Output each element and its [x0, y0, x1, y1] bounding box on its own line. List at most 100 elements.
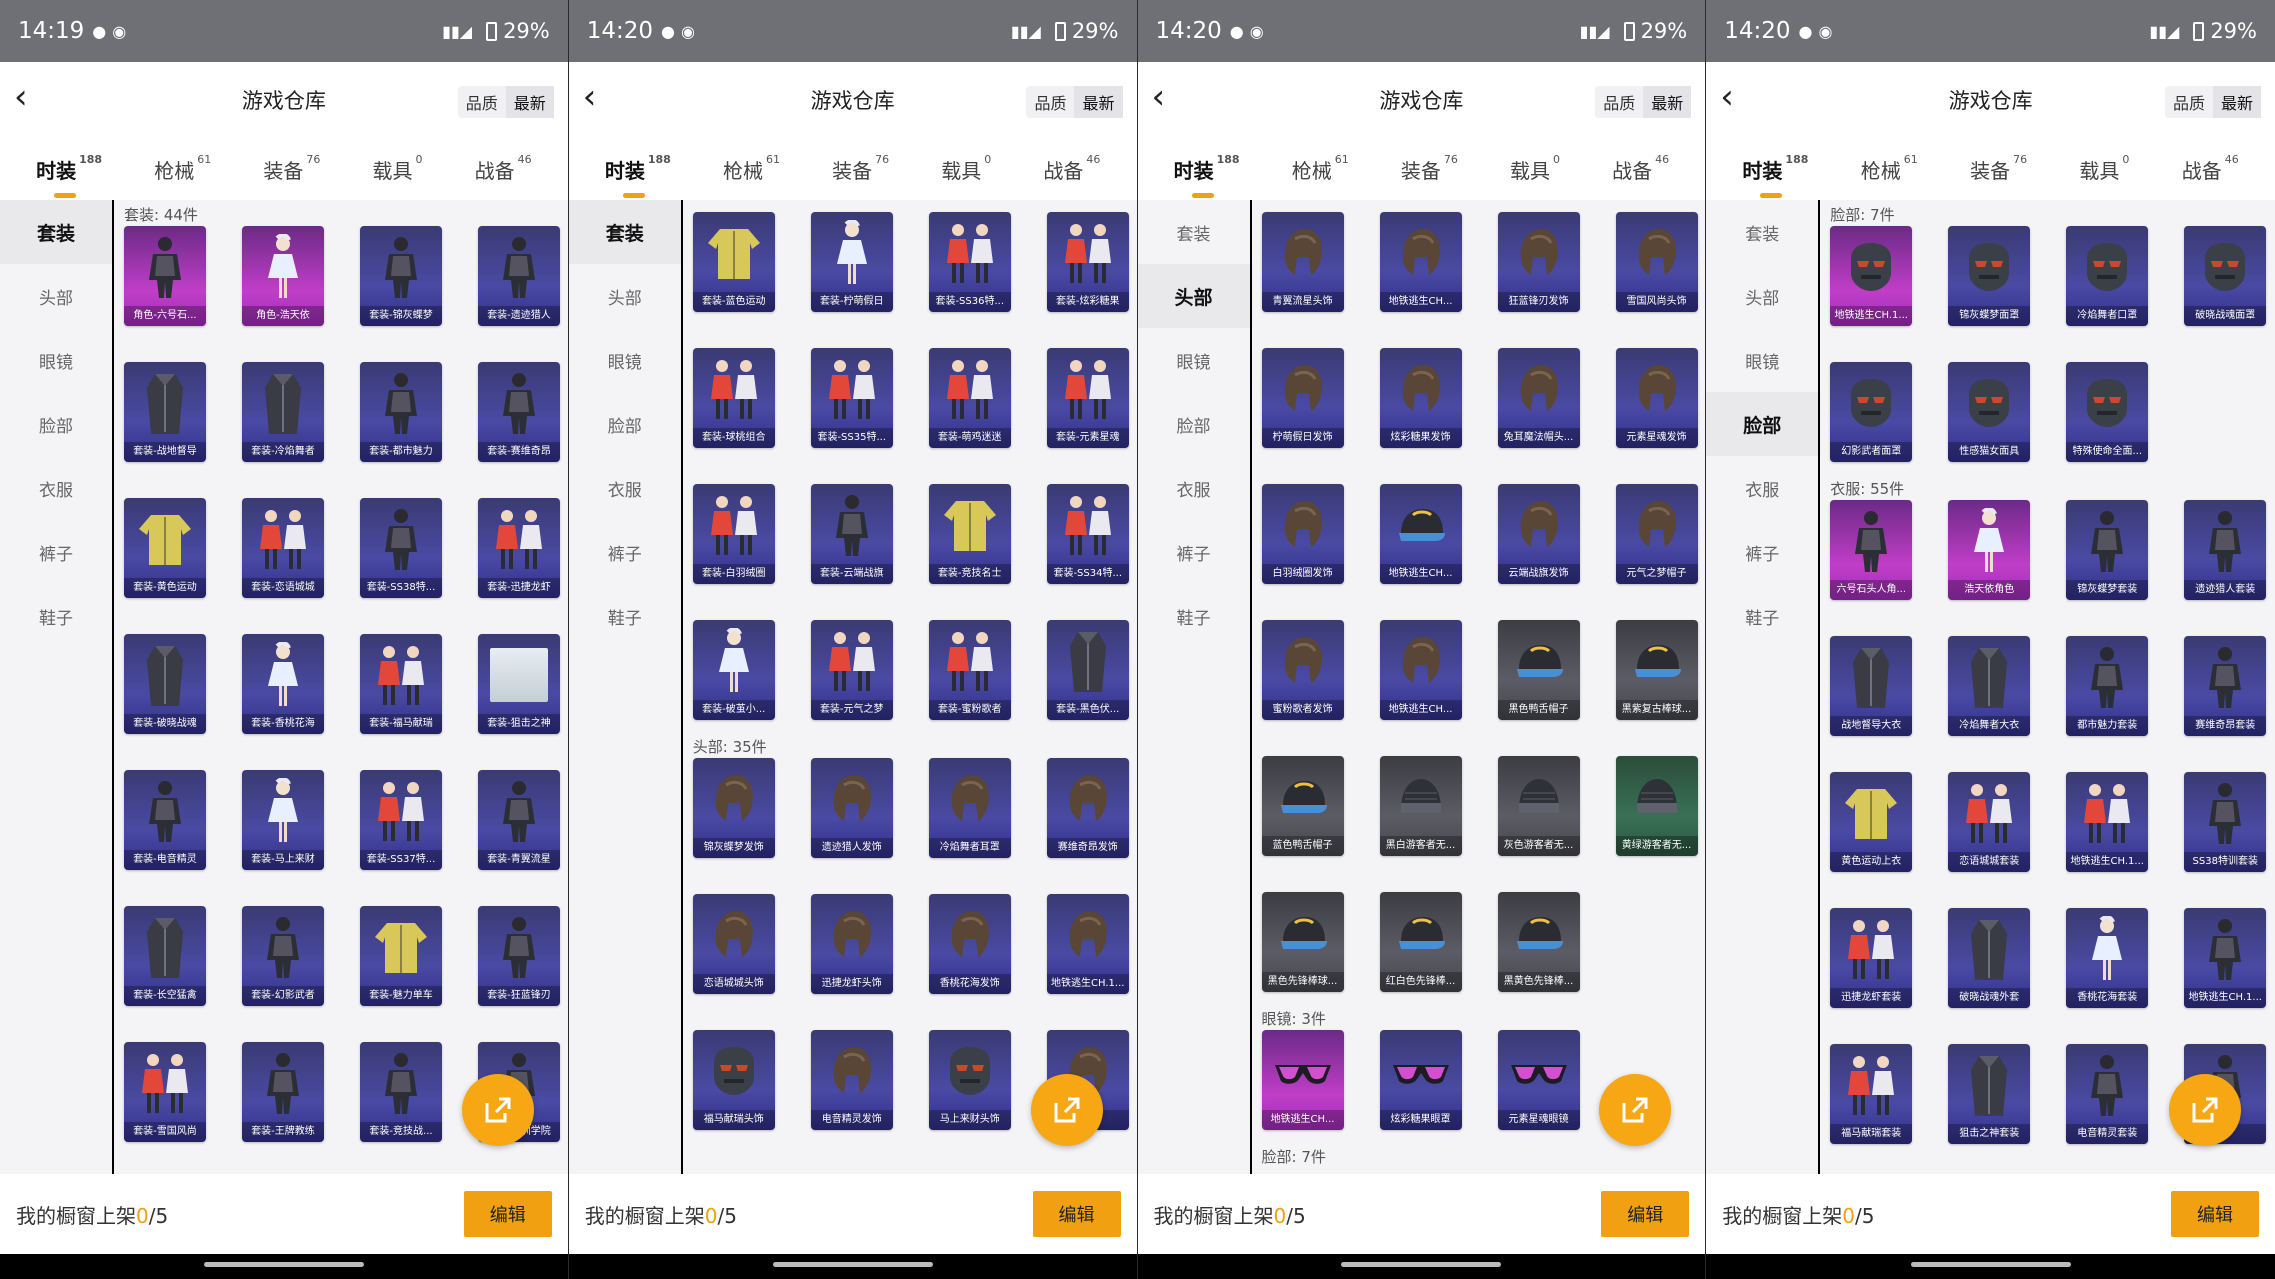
- tab-2[interactable]: 装备 76: [263, 153, 320, 184]
- item-card[interactable]: 黑色先锋棒球...: [1261, 892, 1344, 992]
- item-card[interactable]: 套装-电音精灵: [124, 770, 206, 870]
- item-card[interactable]: 角色-六号石...: [124, 226, 206, 326]
- sidebar-item-1[interactable]: 头部: [1137, 264, 1250, 328]
- tab-0[interactable]: 时装 188: [605, 153, 671, 198]
- item-card[interactable]: 柠萌假日发饰: [1261, 348, 1344, 448]
- sidebar-item-3[interactable]: 脸部: [1706, 392, 1819, 456]
- sidebar-item-0[interactable]: 套装: [568, 200, 681, 264]
- item-card[interactable]: 套装-黄色运动: [124, 498, 206, 598]
- item-card[interactable]: 套装-蜜粉歌者: [928, 620, 1011, 720]
- item-card[interactable]: 性感猫女面具: [1948, 362, 2031, 462]
- item-card[interactable]: 套装-香桃花海: [242, 634, 324, 734]
- item-card[interactable]: 幻影武者面罩: [1830, 362, 1913, 462]
- edit-button[interactable]: 编辑: [2171, 1191, 2259, 1237]
- item-card[interactable]: 套装-狙击之神: [478, 634, 560, 734]
- item-card[interactable]: 黑白游客者无...: [1379, 756, 1462, 856]
- item-card[interactable]: 套装-萌鸡迷迷: [928, 348, 1011, 448]
- item-card[interactable]: 锦灰蝶梦面罩: [1948, 226, 2031, 326]
- item-card[interactable]: 兔耳魔法帽头...: [1497, 348, 1580, 448]
- item-card[interactable]: 套装-迅捷龙虾: [478, 498, 560, 598]
- sidebar-item-5[interactable]: 裤子: [0, 520, 112, 584]
- sidebar-item-6[interactable]: 鞋子: [0, 584, 112, 648]
- item-card[interactable]: 黑黄色先锋棒...: [1497, 892, 1580, 992]
- sidebar-item-6[interactable]: 鞋子: [569, 584, 681, 648]
- item-card[interactable]: 套装-元素星魂: [1046, 348, 1129, 448]
- sidebar-item-4[interactable]: 衣服: [569, 456, 681, 520]
- sort-option-quality[interactable]: 品质: [458, 86, 506, 118]
- item-card[interactable]: 蓝色鸭舌帽子: [1261, 756, 1344, 856]
- item-card[interactable]: 地铁逃生CH...: [1379, 212, 1462, 312]
- item-card[interactable]: 角色-浩天依: [242, 226, 324, 326]
- sort-option-latest[interactable]: 最新: [505, 86, 554, 118]
- item-card[interactable]: 套装-蓝色运动: [692, 212, 775, 312]
- item-card[interactable]: 地铁逃生CH...: [1261, 1030, 1344, 1130]
- sidebar-item-0[interactable]: 套装: [1138, 200, 1250, 264]
- back-arrow-icon[interactable]: ‹: [14, 80, 28, 114]
- edit-button[interactable]: 编辑: [1032, 1191, 1121, 1237]
- home-indicator[interactable]: [772, 1262, 933, 1267]
- item-card[interactable]: 恋语城城套装: [1948, 772, 2031, 872]
- item-card[interactable]: 遗迹猎人发饰: [810, 758, 893, 858]
- edit-button[interactable]: 编辑: [1601, 1191, 1690, 1237]
- sidebar-item-2[interactable]: 眼镜: [1138, 328, 1250, 392]
- item-card[interactable]: 套装-柠萌假日: [810, 212, 893, 312]
- item-card[interactable]: 特殊使命全面...: [2066, 362, 2149, 462]
- sidebar-item-5[interactable]: 裤子: [1138, 520, 1250, 584]
- item-card[interactable]: 恋语城城头饰: [692, 894, 775, 994]
- item-card[interactable]: 马上来财头饰: [928, 1030, 1011, 1130]
- item-card[interactable]: 套装-竞技名士: [928, 484, 1011, 584]
- share-fab-button[interactable]: [461, 1074, 534, 1146]
- tab-2[interactable]: 装备 76: [1970, 153, 2027, 184]
- home-indicator[interactable]: [203, 1262, 364, 1267]
- item-card[interactable]: SS38特训套装: [2184, 772, 2267, 872]
- item-card[interactable]: 套装-赛维奇昂: [478, 362, 560, 462]
- item-card[interactable]: 赛维奇昂发饰: [1046, 758, 1129, 858]
- item-card[interactable]: 套装-恋语城城: [242, 498, 324, 598]
- item-card[interactable]: 青翼流星头饰: [1261, 212, 1344, 312]
- item-card[interactable]: 蜜粉歌者发饰: [1261, 620, 1344, 720]
- item-card[interactable]: 套装-锦灰蝶梦: [360, 226, 442, 326]
- item-card[interactable]: 遗迹猎人套装: [2184, 500, 2267, 600]
- item-card[interactable]: 地铁逃生CH.1...: [2066, 772, 2149, 872]
- item-card[interactable]: 元素星魂眼镜: [1497, 1030, 1580, 1130]
- share-fab-button[interactable]: [2169, 1074, 2241, 1146]
- item-card[interactable]: 套装-SS35特...: [810, 348, 893, 448]
- item-card[interactable]: 电音精灵发饰: [810, 1030, 893, 1130]
- item-card[interactable]: 炫彩糖果眼罩: [1379, 1030, 1462, 1130]
- item-card[interactable]: 六号石头人角...: [1830, 500, 1913, 600]
- tab-3[interactable]: 载具 0: [2079, 153, 2129, 184]
- item-card[interactable]: 套装-幻影武者: [242, 906, 324, 1006]
- item-card[interactable]: 浩天依角色: [1948, 500, 2031, 600]
- item-card[interactable]: 香桃花海发饰: [928, 894, 1011, 994]
- sidebar-item-5[interactable]: 裤子: [1706, 520, 1818, 584]
- item-card[interactable]: 白羽绒圈发饰: [1261, 484, 1344, 584]
- sort-option-quality[interactable]: 品质: [1595, 86, 1643, 118]
- item-card[interactable]: 套装-魅力单车: [360, 906, 442, 1006]
- item-card[interactable]: 元素星魂发饰: [1615, 348, 1698, 448]
- item-card[interactable]: 套装-雪国风尚: [124, 1042, 206, 1142]
- item-card[interactable]: 套装-战地督导: [124, 362, 206, 462]
- item-card[interactable]: 狂蓝锋刃发饰: [1497, 212, 1580, 312]
- item-card[interactable]: 香桃花海套装: [2066, 908, 2149, 1008]
- item-card[interactable]: 套装-竞技战...: [360, 1042, 442, 1142]
- item-card[interactable]: 套装-白羽绒圈: [692, 484, 775, 584]
- item-card[interactable]: 套装-黑色伏...: [1046, 620, 1129, 720]
- sidebar-item-0[interactable]: 套装: [1706, 200, 1818, 264]
- item-card[interactable]: 套装-炫彩糖果: [1046, 212, 1129, 312]
- item-card[interactable]: 地铁逃生CH.1...: [1830, 226, 1913, 326]
- back-arrow-icon[interactable]: ‹: [583, 80, 597, 114]
- tab-1[interactable]: 枪械 61: [723, 153, 780, 184]
- item-card[interactable]: 破晓战魂面罩: [2184, 226, 2267, 326]
- item-card[interactable]: 迅捷龙虾头饰: [810, 894, 893, 994]
- sidebar-item-1[interactable]: 头部: [0, 264, 112, 328]
- tab-4[interactable]: 战备 46: [475, 153, 532, 184]
- item-card[interactable]: 套装-王牌教练: [242, 1042, 324, 1142]
- sidebar-item-0[interactable]: 套装: [0, 200, 112, 264]
- item-card[interactable]: 地铁逃生CH...: [1379, 620, 1462, 720]
- item-card[interactable]: 套装-SS37特...: [360, 770, 442, 870]
- item-card[interactable]: 都市魅力套装: [2066, 636, 2149, 736]
- sort-option-latest[interactable]: 最新: [1643, 86, 1692, 118]
- sidebar-item-3[interactable]: 脸部: [1138, 392, 1250, 456]
- item-card[interactable]: 套装-破茧小...: [692, 620, 775, 720]
- tab-3[interactable]: 载具 0: [373, 153, 423, 184]
